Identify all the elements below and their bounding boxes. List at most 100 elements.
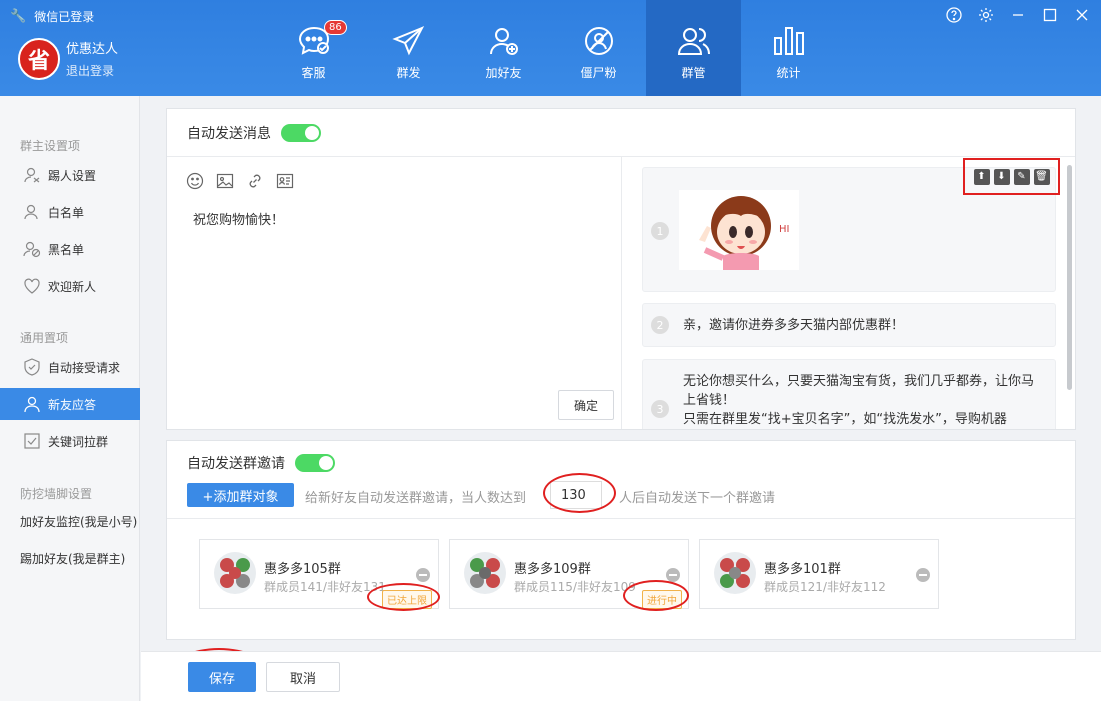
sidebar-item-friend-monitor[interactable]: 加好友监控(我是小号): [0, 505, 140, 537]
group-invite-toggle[interactable]: [295, 454, 335, 472]
remove-icon[interactable]: [916, 568, 930, 582]
cancel-button[interactable]: 取消: [266, 662, 340, 692]
list-item[interactable]: 3 无论你想买什么，只要天猫淘宝有货，我们几乎都券，让你马 上省钱！ 只需在群里…: [642, 359, 1056, 429]
panel-header: 自动发送消息: [167, 109, 1075, 157]
trash-icon[interactable]: 🗑: [1033, 168, 1050, 185]
nav-item-tongji[interactable]: 统计: [741, 0, 836, 96]
group-stats: 群成员141/非好友131: [264, 580, 386, 594]
minimize-icon[interactable]: [1009, 6, 1027, 24]
emoji-icon[interactable]: [185, 171, 205, 191]
nav-item-jiangshifen[interactable]: 僵尸粉: [551, 0, 646, 96]
group-card[interactable]: 惠多多105群 群成员141/非好友131 已达上限: [199, 539, 439, 609]
gear-icon[interactable]: [977, 6, 995, 24]
group-card[interactable]: 惠多多101群 群成员121/非好友112: [699, 539, 939, 609]
group-stats: 群成员115/非好友109: [514, 580, 636, 594]
help-icon[interactable]: [945, 6, 963, 24]
maximize-icon[interactable]: [1041, 6, 1059, 24]
group-card[interactable]: 惠多多109群 群成员115/非好友109 进行中: [449, 539, 689, 609]
user-icon: [22, 202, 42, 222]
panel-title: 自动发送消息: [187, 125, 271, 142]
nav-item-qunfa[interactable]: 群发: [361, 0, 456, 96]
group-manage-icon: [677, 28, 710, 55]
footer-bar: 保存 取消: [141, 651, 1101, 701]
sidebar-item-label: 关键词拉群: [48, 434, 109, 449]
sidebar-item-auto-accept[interactable]: 自动接受请求: [0, 351, 140, 383]
sidebar-item-keyword-pull[interactable]: 关键词拉群: [0, 425, 140, 457]
link-icon[interactable]: [245, 171, 265, 191]
sidebar-item-whitelist[interactable]: 白名单: [0, 196, 140, 228]
list-item[interactable]: 2 亲，邀请你进券多多天猫内部优惠群！: [642, 303, 1056, 347]
sidebar-item-label: 踢加好友(我是群主): [20, 551, 126, 566]
nav-item-qunguan[interactable]: 群管: [646, 0, 741, 96]
panel-title: 自动发送群邀请: [187, 456, 285, 472]
move-up-icon[interactable]: ⬆: [973, 168, 990, 185]
checklist-icon: [22, 431, 42, 451]
status-badge: 进行中: [642, 590, 682, 609]
message-editor: 祝您购物愉快！ 确定: [167, 157, 622, 429]
move-down-icon[interactable]: ⬇: [993, 168, 1010, 185]
sidebar-item-label: 踢人设置: [48, 168, 97, 183]
message-number: 1: [651, 222, 669, 240]
message-text: 只需在群里发“找+宝贝名字”，如“找洗发水”，导购机器: [683, 412, 1007, 427]
sidebar-item-welcome[interactable]: 欢迎新人: [0, 270, 140, 302]
group-name: 惠多多109群: [514, 562, 591, 577]
edit-icon[interactable]: ✎: [1013, 168, 1030, 185]
save-button[interactable]: 保存: [188, 662, 256, 692]
remove-icon[interactable]: [416, 568, 430, 582]
ban-user-icon: [22, 239, 42, 259]
close-icon[interactable]: [1073, 6, 1091, 24]
image-icon[interactable]: [215, 171, 235, 191]
avatar[interactable]: 省: [18, 38, 60, 80]
zombie-fan-icon: [584, 27, 613, 55]
sidebar-item-label: 加好友监控(我是小号): [20, 514, 138, 529]
heart-icon: [22, 276, 42, 296]
message-number: 3: [651, 400, 669, 418]
nav-item-jiahaoyou[interactable]: 加好友: [456, 0, 551, 96]
add-friend-icon: [489, 28, 518, 55]
divider: [167, 518, 1075, 519]
sidebar-item-kick-added[interactable]: 踢加好友(我是群主): [0, 542, 140, 574]
invite-hint: 人后自动发送下一个群邀请: [619, 491, 776, 506]
logout-link[interactable]: 退出登录: [66, 62, 114, 79]
editor-text[interactable]: 祝您购物愉快！: [193, 209, 284, 228]
nav-item-kefu[interactable]: 86 客服: [266, 0, 361, 96]
message-scrollbar[interactable]: [1067, 165, 1072, 390]
login-status: 🔧 微信已登录: [10, 8, 94, 25]
sidebar-item-kick[interactable]: 踢人设置: [0, 159, 140, 191]
login-status-text: 微信已登录: [34, 10, 95, 24]
sidebar-item-blacklist[interactable]: 黑名单: [0, 233, 140, 265]
unread-badge: 86: [324, 20, 347, 35]
avatar-char: 省: [27, 48, 50, 74]
sidebar-item-new-friend-reply[interactable]: 新友应答: [0, 388, 140, 420]
confirm-button[interactable]: 确定: [558, 390, 614, 420]
window-controls: [945, 6, 1091, 24]
cartoon-girl-image: HI: [699, 196, 789, 270]
main-nav: 86 客服 群发 加好友 僵尸粉 群管 统计: [266, 0, 836, 96]
member-count-input[interactable]: [550, 481, 602, 509]
editor-toolbar: [185, 171, 295, 191]
group-avatar: [464, 552, 506, 594]
nav-label: 客服: [301, 66, 326, 80]
status-badge: 已达上限: [382, 590, 432, 609]
sidebar: 群主设置项 踢人设置 白名单 黑名单 欢迎新人 通用置项 自动接受请求 新友应答…: [0, 96, 140, 701]
add-group-button[interactable]: +添加群对象: [187, 483, 294, 507]
message-number: 2: [651, 316, 669, 334]
group-name: 惠多多105群: [264, 562, 341, 577]
sidebar-group-title: 通用置项: [20, 331, 69, 345]
sidebar-group-title: 群主设置项: [20, 139, 81, 153]
group-avatar: [214, 552, 256, 594]
panel-header: 自动发送群邀请: [187, 453, 335, 473]
remove-icon[interactable]: [666, 568, 680, 582]
sidebar-item-label: 白名单: [48, 205, 85, 220]
message-text: 上省钱！: [683, 393, 736, 408]
group-name: 惠多多101群: [764, 562, 841, 577]
auto-message-toggle[interactable]: [281, 123, 321, 142]
sidebar-item-label: 自动接受请求: [48, 360, 121, 375]
sidebar-group-title: 防挖墙脚设置: [20, 487, 93, 501]
send-icon: [391, 26, 424, 56]
wrench-icon: 🔧: [10, 9, 27, 24]
nav-label: 加好友: [485, 66, 522, 80]
stats-icon: [773, 27, 804, 55]
nav-label: 统计: [776, 66, 801, 80]
card-icon[interactable]: [275, 171, 295, 191]
